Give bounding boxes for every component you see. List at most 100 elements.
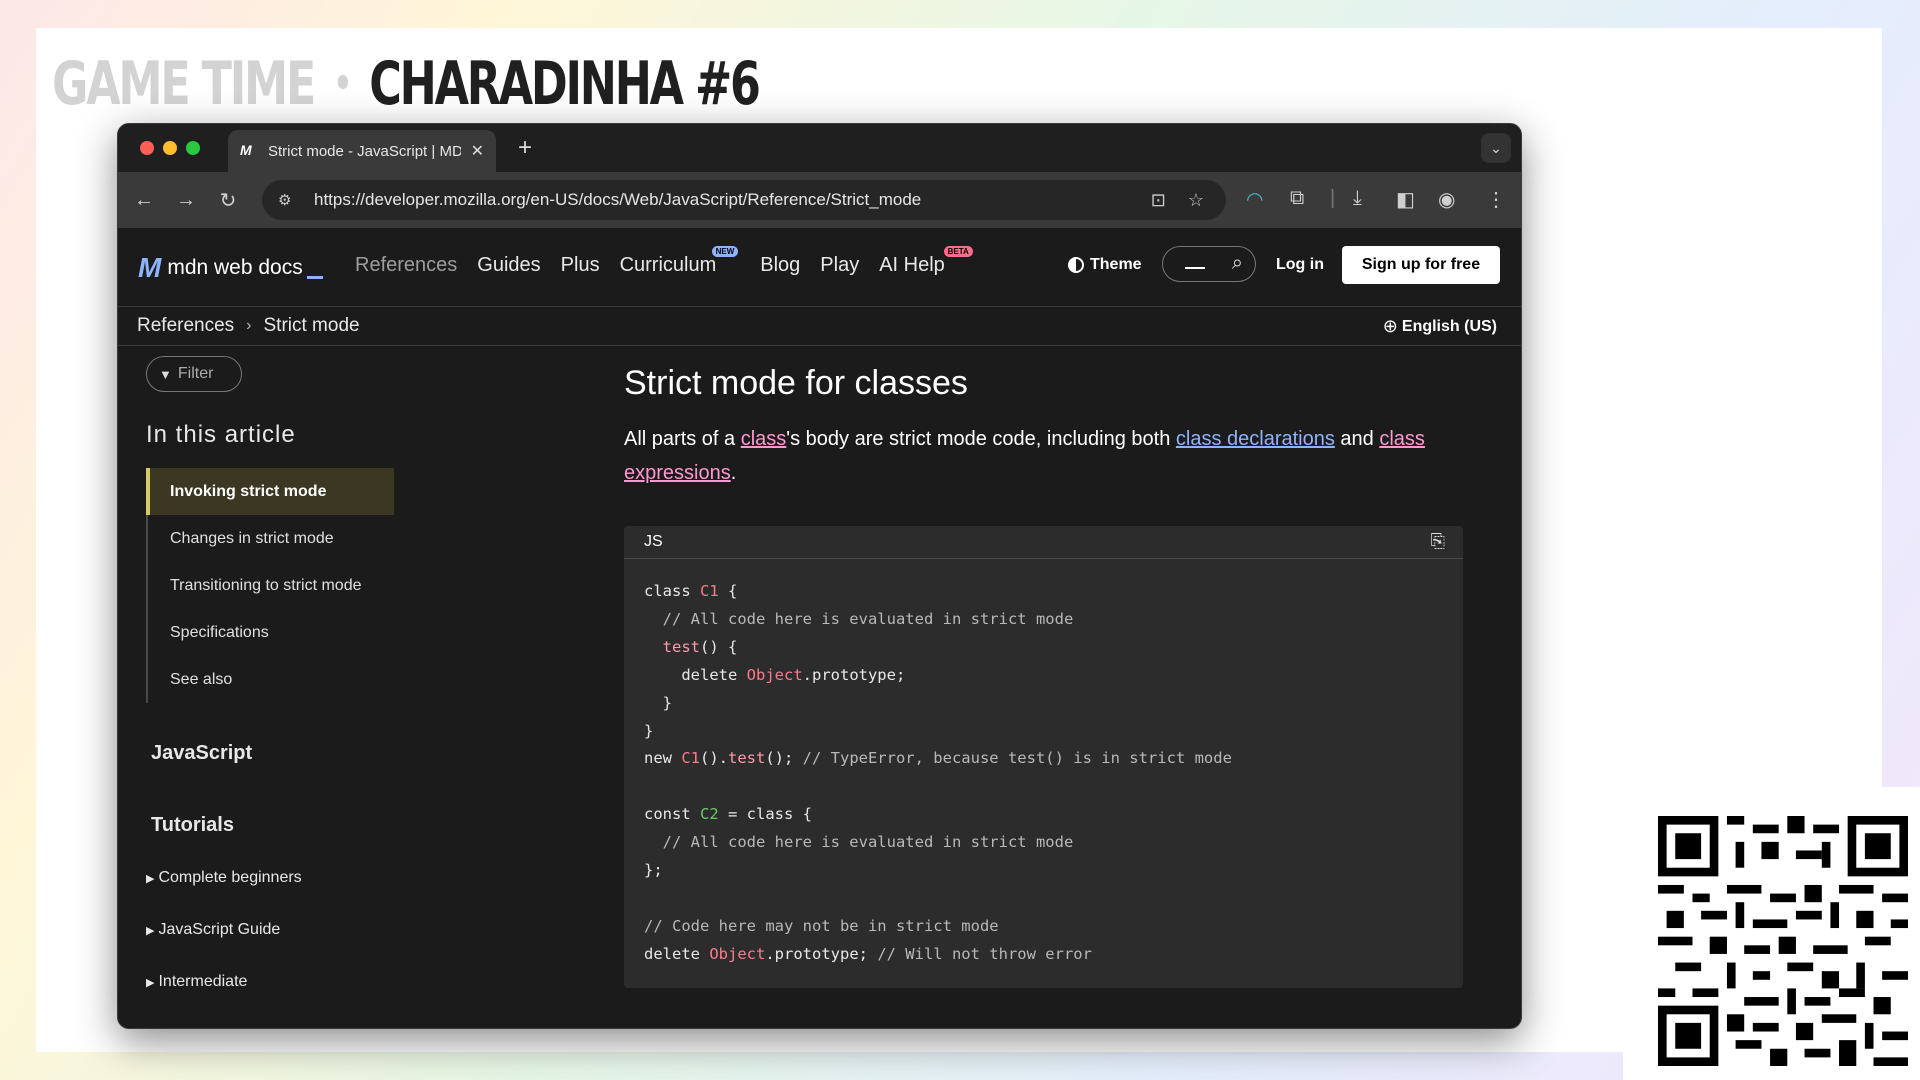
- sidebar-item-label: Complete beginners: [158, 869, 302, 886]
- slide-title-prefix: GAME TIME: [52, 49, 316, 119]
- code-header-divider: [624, 558, 1463, 559]
- breadcrumb: References › Strict mode: [137, 315, 360, 337]
- tab-title: Strict mode - JavaScript | MDN: [268, 142, 461, 160]
- main-nav: References Guides Plus Curriculum NEW Blo…: [355, 246, 973, 277]
- theme-label: Theme: [1090, 256, 1142, 273]
- browser-window: M Strict mode - JavaScript | MDN ✕ + ⌄ ←…: [117, 123, 1522, 1029]
- reload-button[interactable]: ↻: [214, 186, 242, 214]
- section-heading: Strict mode for classes: [624, 364, 968, 402]
- caret-right-icon: ▶: [146, 977, 155, 989]
- maximize-window-button[interactable]: [186, 141, 200, 155]
- breadcrumb-references[interactable]: References: [137, 315, 234, 337]
- close-window-button[interactable]: [140, 141, 154, 155]
- sidebar-item-complete-beginners[interactable]: ▶ Complete beginners: [146, 869, 302, 887]
- side-panel-icon[interactable]: ◧: [1396, 187, 1415, 212]
- breadcrumb-bar: References › Strict mode ⊕ English (US): [118, 307, 1521, 346]
- mdn-logo-mark-icon: M: [138, 252, 161, 283]
- filter-icon: ▼: [159, 366, 172, 382]
- sidebar-filter-button[interactable]: ▼ Filter: [146, 356, 242, 392]
- search-icon: ⌕: [1231, 252, 1243, 274]
- beta-badge: BETA: [943, 246, 973, 257]
- nav-play[interactable]: Play: [820, 254, 859, 277]
- install-app-icon[interactable]: ⊡: [1151, 190, 1166, 211]
- nav-blog[interactable]: Blog: [760, 254, 800, 277]
- theme-contrast-icon: [1068, 257, 1084, 273]
- more-menu-icon[interactable]: ⋮: [1486, 187, 1506, 212]
- sidebar-section-javascript[interactable]: JavaScript: [151, 742, 252, 765]
- back-button[interactable]: ←: [130, 186, 158, 214]
- class-link[interactable]: class: [741, 428, 787, 450]
- tab-bar: M Strict mode - JavaScript | MDN ✕ + ⌄: [118, 124, 1521, 172]
- mdn-logo-text: mdn web docs: [167, 256, 303, 279]
- toc-item-changes[interactable]: Changes in strict mode: [146, 515, 394, 562]
- sidebar-item-javascript-guide[interactable]: ▶ JavaScript Guide: [146, 921, 280, 939]
- bookmark-star-icon[interactable]: ☆: [1188, 190, 1204, 211]
- forward-button[interactable]: →: [172, 186, 200, 214]
- code-language-label: JS: [644, 533, 663, 550]
- new-tab-button[interactable]: +: [518, 134, 532, 162]
- tab-search-button[interactable]: ⌄: [1481, 133, 1511, 163]
- language-label: English (US): [1401, 317, 1497, 335]
- download-icon[interactable]: ⤓: [1353, 187, 1362, 210]
- paragraph-text: .: [730, 462, 737, 484]
- qr-code-icon: [1658, 816, 1908, 1066]
- logo-cursor: [306, 275, 323, 279]
- nav-references[interactable]: References: [355, 254, 457, 277]
- extensions-puzzle-icon[interactable]: ⧉: [1290, 187, 1304, 210]
- toc-item-specifications[interactable]: Specifications: [146, 609, 394, 656]
- copy-clipboard-icon[interactable]: ⎘: [1431, 531, 1445, 552]
- address-bar[interactable]: ⚙ https://developer.mozilla.org/en-US/do…: [262, 180, 1226, 220]
- breadcrumb-strict-mode[interactable]: Strict mode: [264, 315, 360, 337]
- code-example: JS ⎘ class C1 { // All code here is eval…: [624, 526, 1463, 988]
- paragraph-text: 's body are strict mode code, including …: [786, 428, 1176, 450]
- class-declarations-link[interactable]: class declarations: [1176, 428, 1335, 450]
- sidebar-item-label: Intermediate: [158, 973, 248, 990]
- caret-right-icon: ▶: [146, 873, 155, 885]
- nav-ai-help[interactable]: AI Help BETA: [879, 246, 973, 277]
- nav-curriculum-label: Curriculum: [619, 254, 717, 276]
- language-switcher[interactable]: ⊕ English (US): [1383, 316, 1497, 337]
- code-block: class C1 { // All code here is evaluated…: [644, 582, 1232, 963]
- login-link[interactable]: Log in: [1276, 256, 1324, 274]
- mdn-header: M mdn web docs References Guides Plus Cu…: [118, 228, 1521, 307]
- toc-item-transitioning[interactable]: Transitioning to strict mode: [146, 562, 394, 609]
- slide-title-separator: •: [333, 61, 352, 107]
- minimize-window-button[interactable]: [163, 141, 177, 155]
- caret-right-icon: ▶: [146, 925, 155, 937]
- nav-plus[interactable]: Plus: [561, 254, 600, 277]
- nav-ai-help-label: AI Help: [879, 254, 945, 276]
- table-of-contents: Invoking strict mode Changes in strict m…: [146, 468, 394, 703]
- profile-avatar-icon[interactable]: ◉: [1438, 187, 1455, 212]
- browser-tab[interactable]: M Strict mode - JavaScript | MDN ✕: [228, 130, 496, 172]
- slide-title-main: CHARADINHA #6: [369, 49, 761, 119]
- paragraph-text: All parts of a: [624, 428, 741, 450]
- search-placeholder-cursor: [1185, 267, 1205, 269]
- nav-curriculum[interactable]: Curriculum NEW: [619, 246, 739, 277]
- extension-arc-icon[interactable]: ◠: [1246, 187, 1263, 212]
- slide-title: GAME TIME • CHARADINHA #6: [52, 44, 761, 124]
- sidebar-item-label: JavaScript Guide: [158, 921, 281, 938]
- close-tab-icon[interactable]: ✕: [471, 141, 484, 161]
- section-paragraph: All parts of a class's body are strict m…: [624, 422, 1474, 490]
- globe-icon: ⊕: [1382, 316, 1398, 336]
- signup-button[interactable]: Sign up for free: [1342, 246, 1500, 284]
- mdn-favicon-icon: M: [240, 142, 252, 158]
- browser-toolbar: ← → ↻ ⚙ https://developer.mozilla.org/en…: [118, 172, 1521, 228]
- paragraph-text: and: [1334, 428, 1380, 450]
- sidebar-section-tutorials[interactable]: Tutorials: [151, 814, 234, 837]
- site-search-button[interactable]: ⌕: [1162, 246, 1256, 282]
- site-info-icon[interactable]: ⚙: [278, 191, 300, 209]
- nav-guides[interactable]: Guides: [477, 254, 540, 277]
- toolbar-divider: |: [1330, 187, 1336, 209]
- address-bar-url: https://developer.mozilla.org/en-US/docs…: [314, 190, 922, 209]
- toc-item-invoking[interactable]: Invoking strict mode: [146, 468, 394, 515]
- theme-toggle[interactable]: Theme: [1068, 256, 1142, 274]
- new-badge: NEW: [711, 246, 739, 257]
- sidebar-item-intermediate[interactable]: ▶ Intermediate: [146, 973, 247, 991]
- toc-item-see-also[interactable]: See also: [146, 656, 394, 703]
- mdn-logo[interactable]: M mdn web docs: [138, 252, 323, 284]
- in-this-article-heading: In this article: [146, 421, 296, 448]
- chevron-down-icon: ⌄: [1490, 139, 1502, 156]
- chevron-right-icon: ›: [246, 317, 252, 334]
- filter-label: Filter: [177, 365, 214, 382]
